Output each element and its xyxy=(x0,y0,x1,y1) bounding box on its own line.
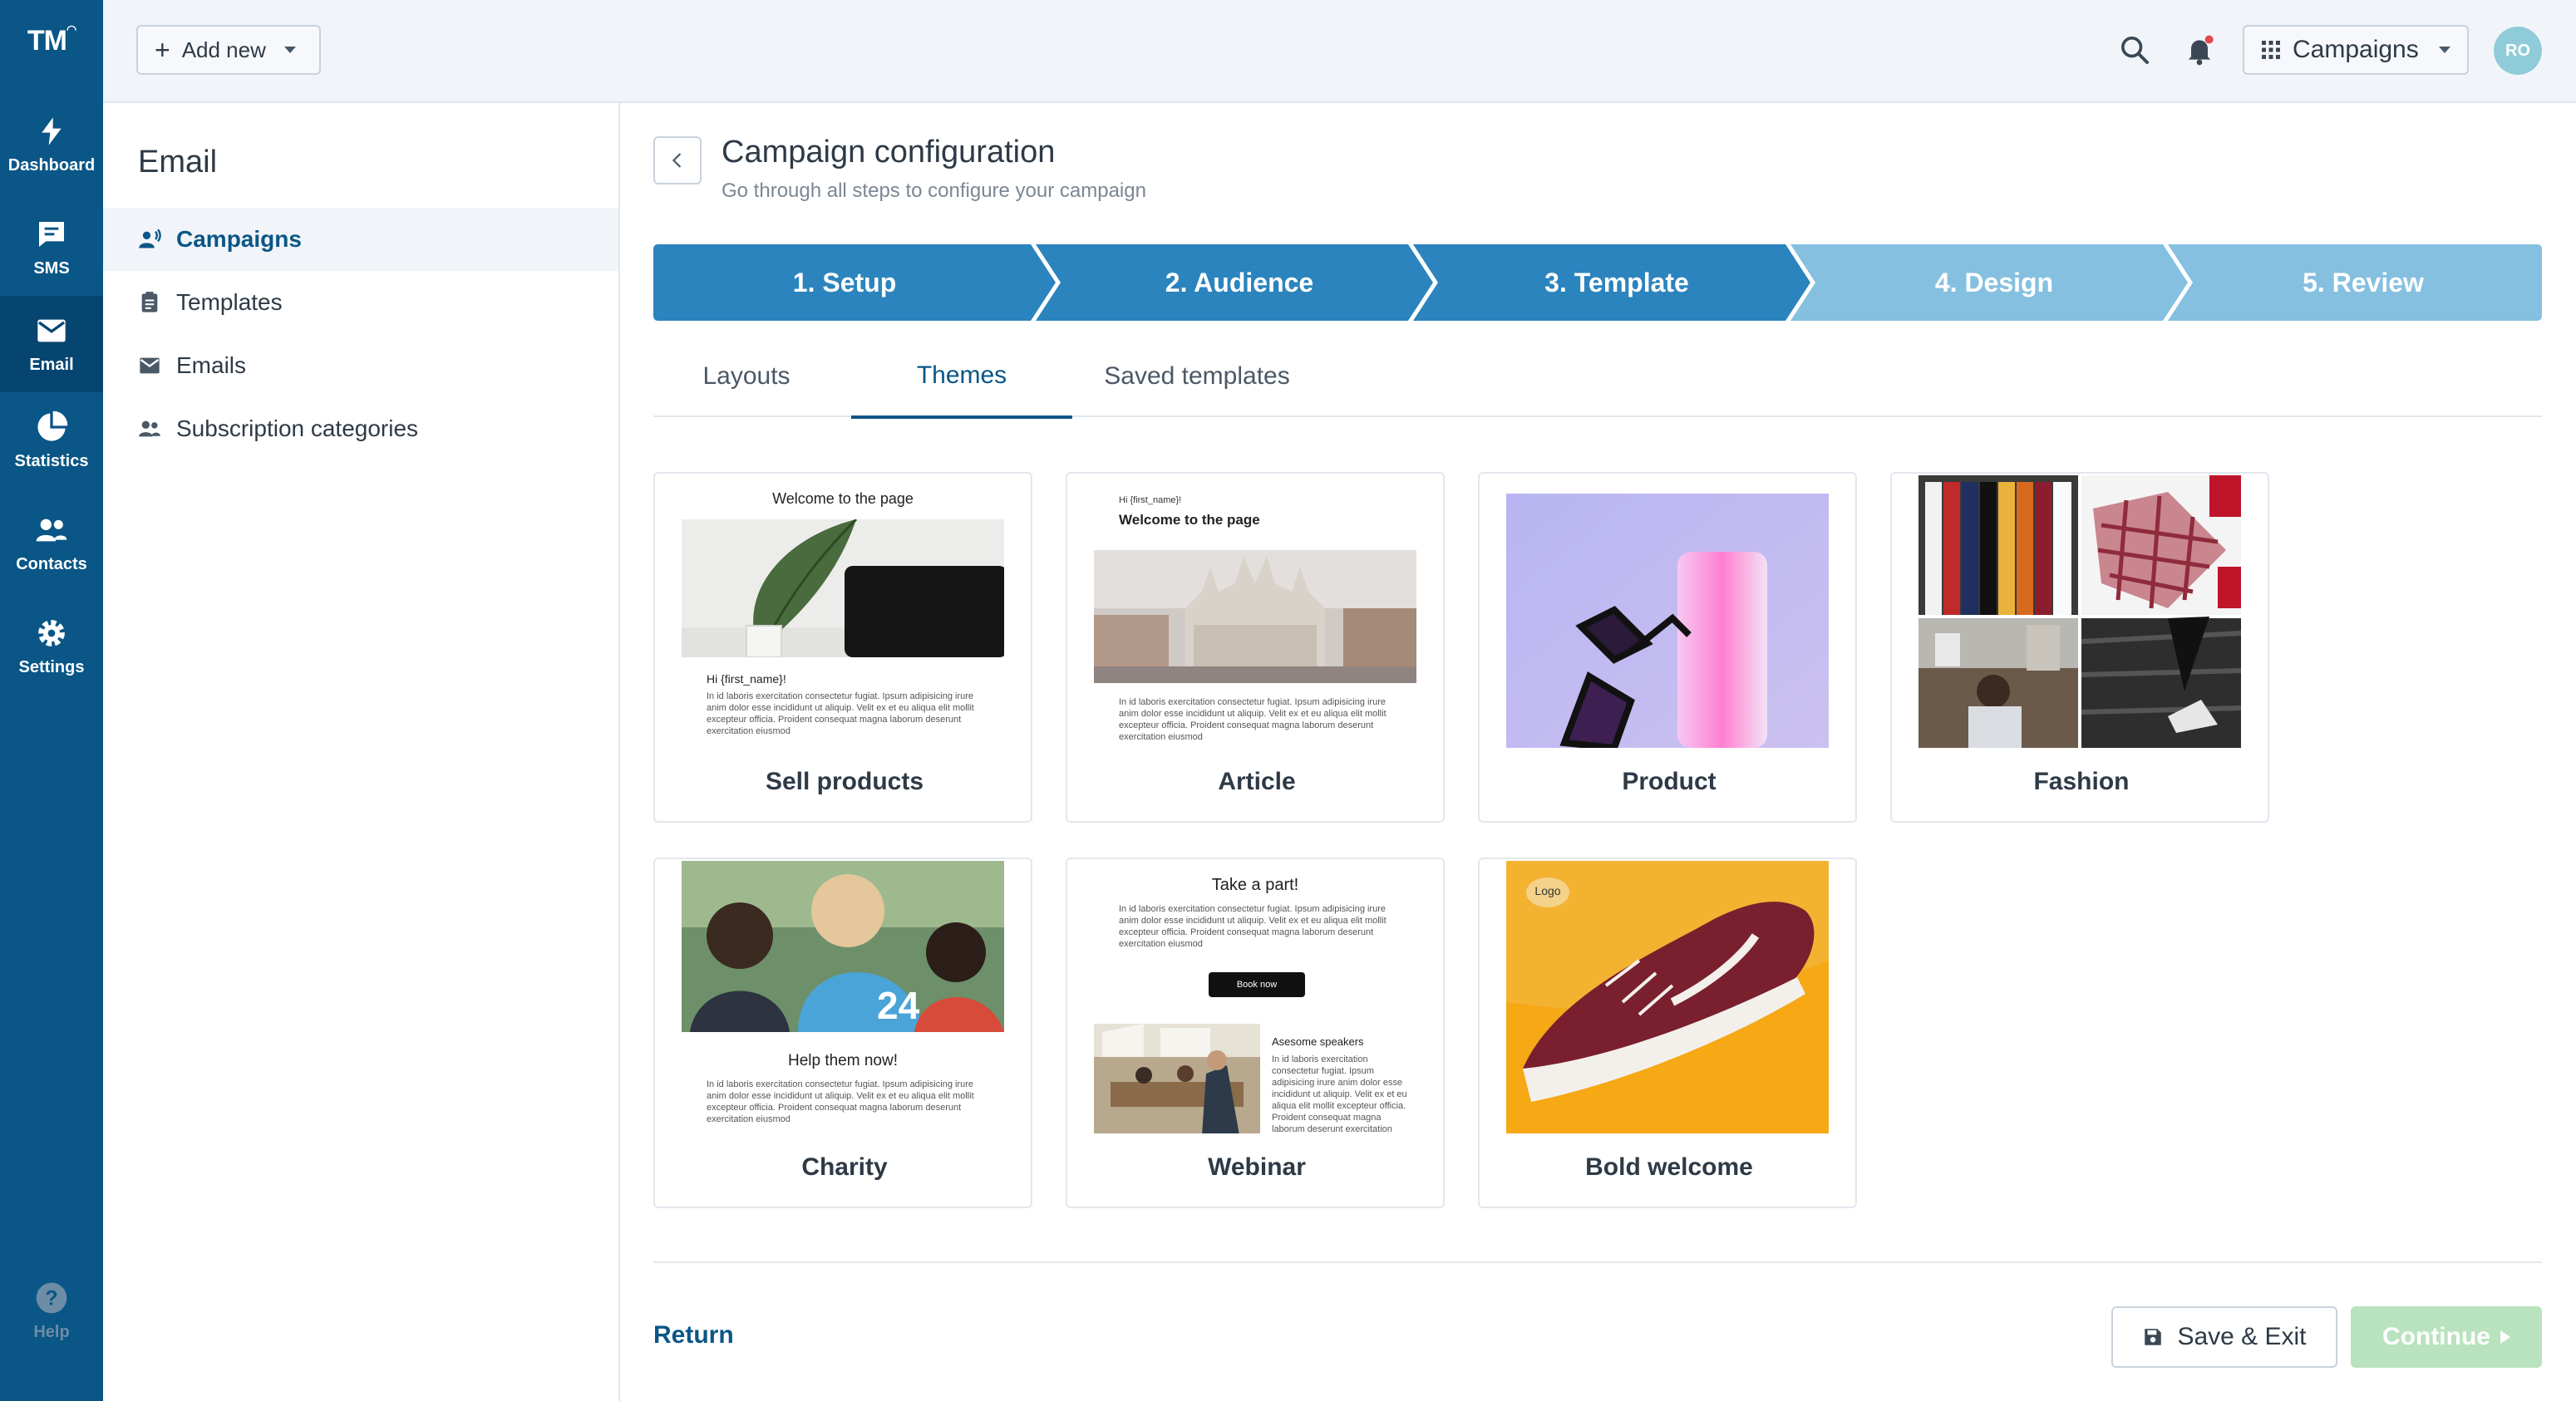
meeting-image xyxy=(1094,1024,1260,1133)
email-subnav: Email Campaigns Templates Emails Subscri… xyxy=(103,103,620,1401)
theme-name: Bold welcome xyxy=(1585,1153,1753,1181)
children-image: 24 xyxy=(682,861,1004,1032)
theme-card-fashion[interactable]: Fashion xyxy=(1890,472,2269,823)
clipboard-icon xyxy=(141,292,158,312)
rail-item-email[interactable]: Email xyxy=(0,296,103,392)
chat-icon xyxy=(39,221,64,247)
logo-badge: Logo xyxy=(1534,884,1561,897)
theme-card-bold-welcome[interactable]: Logo Bold welcome xyxy=(1478,858,1857,1208)
fashion-collage-image xyxy=(1918,475,2241,748)
cathedral-image xyxy=(1094,550,1416,683)
envelope-icon xyxy=(37,319,66,342)
caret-down-icon xyxy=(283,47,296,53)
rail-item-sms[interactable]: SMS xyxy=(0,199,103,296)
step-design[interactable]: 4. Design xyxy=(1807,244,2181,321)
subnav-item-campaigns[interactable]: Campaigns xyxy=(103,208,618,271)
theme-card-webinar[interactable]: Take a part! In id laboris exercitation … xyxy=(1066,858,1445,1208)
step-setup[interactable]: 1. Setup xyxy=(653,244,1036,321)
top-bar: + Add new Campaigns RO xyxy=(103,0,2576,103)
chevron-left-icon xyxy=(672,153,681,168)
step-audience[interactable]: 2. Audience xyxy=(1052,244,1426,321)
step-review[interactable]: 5. Review xyxy=(2184,244,2542,321)
caret-down-icon xyxy=(2438,47,2450,53)
floppy-disk-icon xyxy=(2145,1329,2162,1345)
campaigns-icon xyxy=(139,229,161,248)
template-tabs: Layouts Themes Saved templates xyxy=(653,336,2542,419)
theme-thumbnail: 24 Help them now! In id laboris exercita… xyxy=(682,861,1004,1133)
rail-item-dashboard[interactable]: Dashboard xyxy=(0,96,103,193)
play-arrow-icon xyxy=(2500,1330,2510,1344)
theme-card-article[interactable]: Hi {first_name}! Welcome to the page In … xyxy=(1066,472,1445,823)
save-exit-button[interactable]: Save & Exit xyxy=(2111,1306,2337,1368)
tab-themes[interactable]: Themes xyxy=(851,336,1072,419)
svg-text:24: 24 xyxy=(877,984,920,1027)
pie-chart-icon xyxy=(37,410,68,441)
plus-icon: + xyxy=(155,35,170,65)
brand-logo[interactable]: TM◠ xyxy=(0,22,103,57)
help-icon: ? xyxy=(36,1282,67,1313)
page-title: Campaign configuration xyxy=(722,135,1056,170)
main-content: Campaign configuration Go through all st… xyxy=(620,103,2576,1401)
left-rail: TM◠ Dashboard SMS Email Statistics Conta… xyxy=(0,0,103,1401)
theme-name: Sell products xyxy=(765,768,924,795)
envelope-icon xyxy=(140,357,160,374)
tab-layouts[interactable]: Layouts xyxy=(653,336,840,417)
tab-saved-templates[interactable]: Saved templates xyxy=(1072,336,1322,417)
subnav-item-templates[interactable]: Templates xyxy=(103,271,618,334)
gear-icon xyxy=(38,619,65,646)
search-icon[interactable] xyxy=(2118,33,2151,66)
theme-card-product[interactable]: Product xyxy=(1478,472,1857,823)
sneaker-image xyxy=(1506,861,1829,1133)
apps-grid-icon xyxy=(2262,41,2280,59)
theme-name: Article xyxy=(1218,768,1296,795)
rail-item-statistics[interactable]: Statistics xyxy=(0,392,103,489)
theme-name: Product xyxy=(1622,768,1717,795)
theme-thumbnail: Take a part! In id laboris exercitation … xyxy=(1094,861,1416,1133)
rail-item-help[interactable]: ? Help xyxy=(0,1263,103,1359)
bolt-icon xyxy=(42,116,62,145)
subnav-item-emails[interactable]: Emails xyxy=(103,334,618,397)
return-link[interactable]: Return xyxy=(653,1321,734,1349)
back-button[interactable] xyxy=(653,136,702,184)
campaigns-selector[interactable]: Campaigns xyxy=(2243,25,2469,75)
theme-card-sell-products[interactable]: Welcome to the page Hi {first_name}! In … xyxy=(653,472,1032,823)
subnav-item-subscription-categories[interactable]: Subscription categories xyxy=(103,397,618,460)
step-template[interactable]: 3. Template xyxy=(1430,244,1804,321)
sunglasses-image xyxy=(1506,494,1829,748)
theme-name: Webinar xyxy=(1208,1153,1306,1181)
theme-thumbnail: Welcome to the page Hi {first_name}! In … xyxy=(682,475,1004,748)
continue-button[interactable]: Continue xyxy=(2351,1306,2542,1368)
theme-thumbnail xyxy=(1506,475,1829,748)
theme-card-charity[interactable]: 24 Help them now! In id laboris exercita… xyxy=(653,858,1032,1208)
theme-thumbnail xyxy=(1918,475,2241,748)
subnav-title: Email xyxy=(138,145,218,179)
svg-text:?: ? xyxy=(45,1286,57,1310)
add-new-button[interactable]: + Add new xyxy=(136,25,321,75)
bell-icon[interactable] xyxy=(2183,33,2216,66)
book-now-preview-button: Book now xyxy=(1209,972,1305,997)
page-subtitle: Go through all steps to configure your c… xyxy=(722,179,1146,202)
theme-thumbnail: Logo xyxy=(1506,861,1829,1133)
people-icon xyxy=(36,519,67,541)
people-icon xyxy=(139,420,160,437)
theme-thumbnail: Hi {first_name}! Welcome to the page In … xyxy=(1094,475,1416,748)
desk-plant-image xyxy=(682,519,1004,657)
rail-item-contacts[interactable]: Contacts xyxy=(0,495,103,592)
rail-item-settings[interactable]: Settings xyxy=(0,598,103,695)
theme-name: Charity xyxy=(801,1153,888,1181)
theme-name: Fashion xyxy=(2033,768,2130,795)
progress-stepper: 1. Setup 2. Audience 3. Template 4. Desi… xyxy=(653,244,2542,321)
user-avatar[interactable]: RO xyxy=(2494,27,2542,75)
footer-divider xyxy=(653,1261,2542,1263)
